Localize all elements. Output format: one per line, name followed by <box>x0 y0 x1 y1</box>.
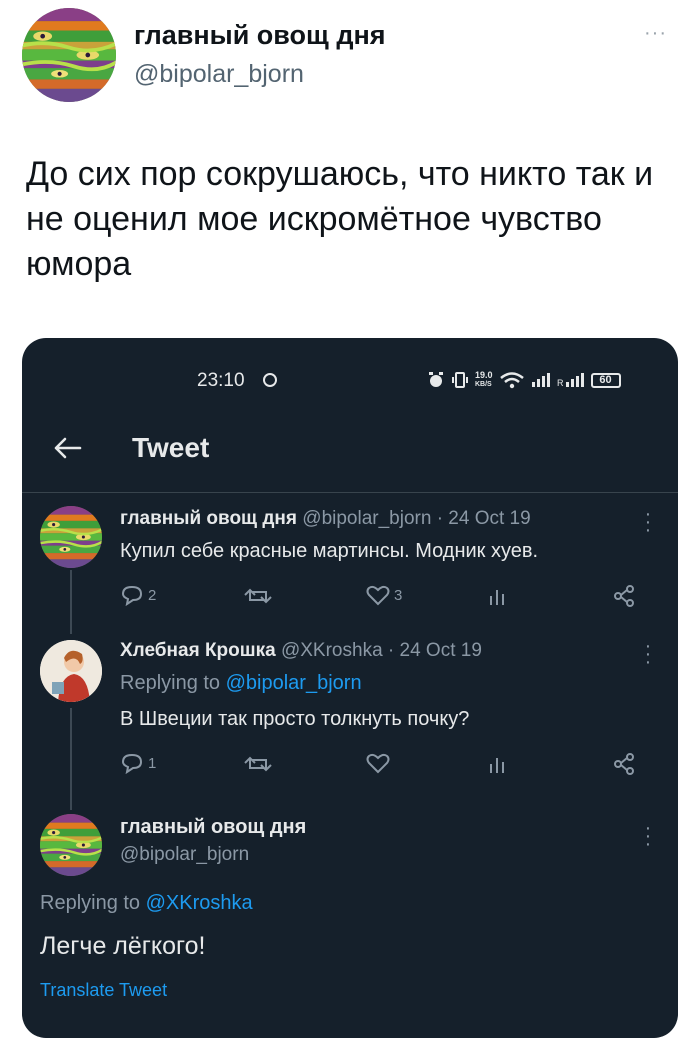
heart-icon <box>366 753 390 774</box>
status-time: 23:10 <box>197 370 245 391</box>
mention-link[interactable]: @bipolar_bjorn <box>226 672 362 694</box>
tweet-text: До сих пор сокрушаюсь, что никто так и н… <box>26 155 654 283</box>
tweet-text: В Швеции так просто толкнуть почку? <box>120 708 470 730</box>
username[interactable]: @bipolar_bjorn <box>134 60 304 89</box>
avatar[interactable] <box>22 8 116 102</box>
tweet-author[interactable]: Хлебная Крошка @XKroshka · 24 Oct 19 <box>120 640 482 662</box>
more-options-icon[interactable]: ··· <box>644 636 652 672</box>
avatar[interactable] <box>40 640 102 702</box>
more-options-icon[interactable]: ··· <box>644 22 667 45</box>
avatar[interactable] <box>40 506 102 568</box>
username[interactable]: @bipolar_bjorn <box>120 844 249 866</box>
analytics-icon[interactable] <box>488 586 508 606</box>
vibrate-icon <box>452 372 468 388</box>
page-title: Tweet <box>132 432 210 463</box>
svg-text:R: R <box>557 378 564 388</box>
more-options-icon[interactable]: ··· <box>644 818 652 854</box>
retweet-icon[interactable] <box>244 754 272 774</box>
thread-line <box>70 570 72 634</box>
signal-icon <box>531 373 550 387</box>
reply-button[interactable]: 1 <box>120 752 156 774</box>
wifi-icon <box>499 372 524 389</box>
reply-icon <box>121 585 143 606</box>
mention-link[interactable]: @XKroshka <box>146 892 253 914</box>
embedded-screenshot: 23:10 19.0 KB/S R 60 Tweet главный овощ … <box>22 338 678 1038</box>
reply-button[interactable]: 2 <box>120 584 156 606</box>
translate-link[interactable]: Translate Tweet <box>40 980 167 1001</box>
network-speed: 19.0 KB/S <box>475 370 493 389</box>
share-icon[interactable] <box>612 584 636 608</box>
reply-icon <box>121 753 143 774</box>
back-arrow-icon[interactable] <box>52 436 82 460</box>
status-icons: 19.0 KB/S R 60 <box>427 368 621 392</box>
retweet-icon[interactable] <box>244 586 272 606</box>
replying-to: Replying to @XKroshka <box>40 892 253 914</box>
like-button[interactable]: 3 <box>366 584 402 606</box>
heart-icon <box>366 585 390 606</box>
roaming-signal-icon: R <box>557 373 584 388</box>
tweet-author[interactable]: главный овощ дня @bipolar_bjorn · 24 Oct… <box>120 508 531 530</box>
like-button[interactable] <box>366 752 394 774</box>
divider <box>22 492 678 493</box>
tweet-author[interactable]: главный овощ дня <box>120 816 306 839</box>
clock-status-icon <box>263 373 277 387</box>
tweet-text: Легче лёгкого! <box>40 932 206 960</box>
share-icon[interactable] <box>612 752 636 776</box>
thread-line <box>70 708 72 810</box>
display-name[interactable]: главный овощ дня <box>134 20 386 51</box>
alarm-icon <box>429 372 443 387</box>
more-options-icon[interactable]: ··· <box>644 504 652 540</box>
tweet-text: Купил себе красные мартинсы. Модник хуев… <box>120 540 539 562</box>
battery-icon: 60 <box>590 372 621 388</box>
replying-to: Replying to @bipolar_bjorn <box>120 672 362 694</box>
analytics-icon[interactable] <box>488 754 508 774</box>
avatar[interactable] <box>40 814 102 876</box>
